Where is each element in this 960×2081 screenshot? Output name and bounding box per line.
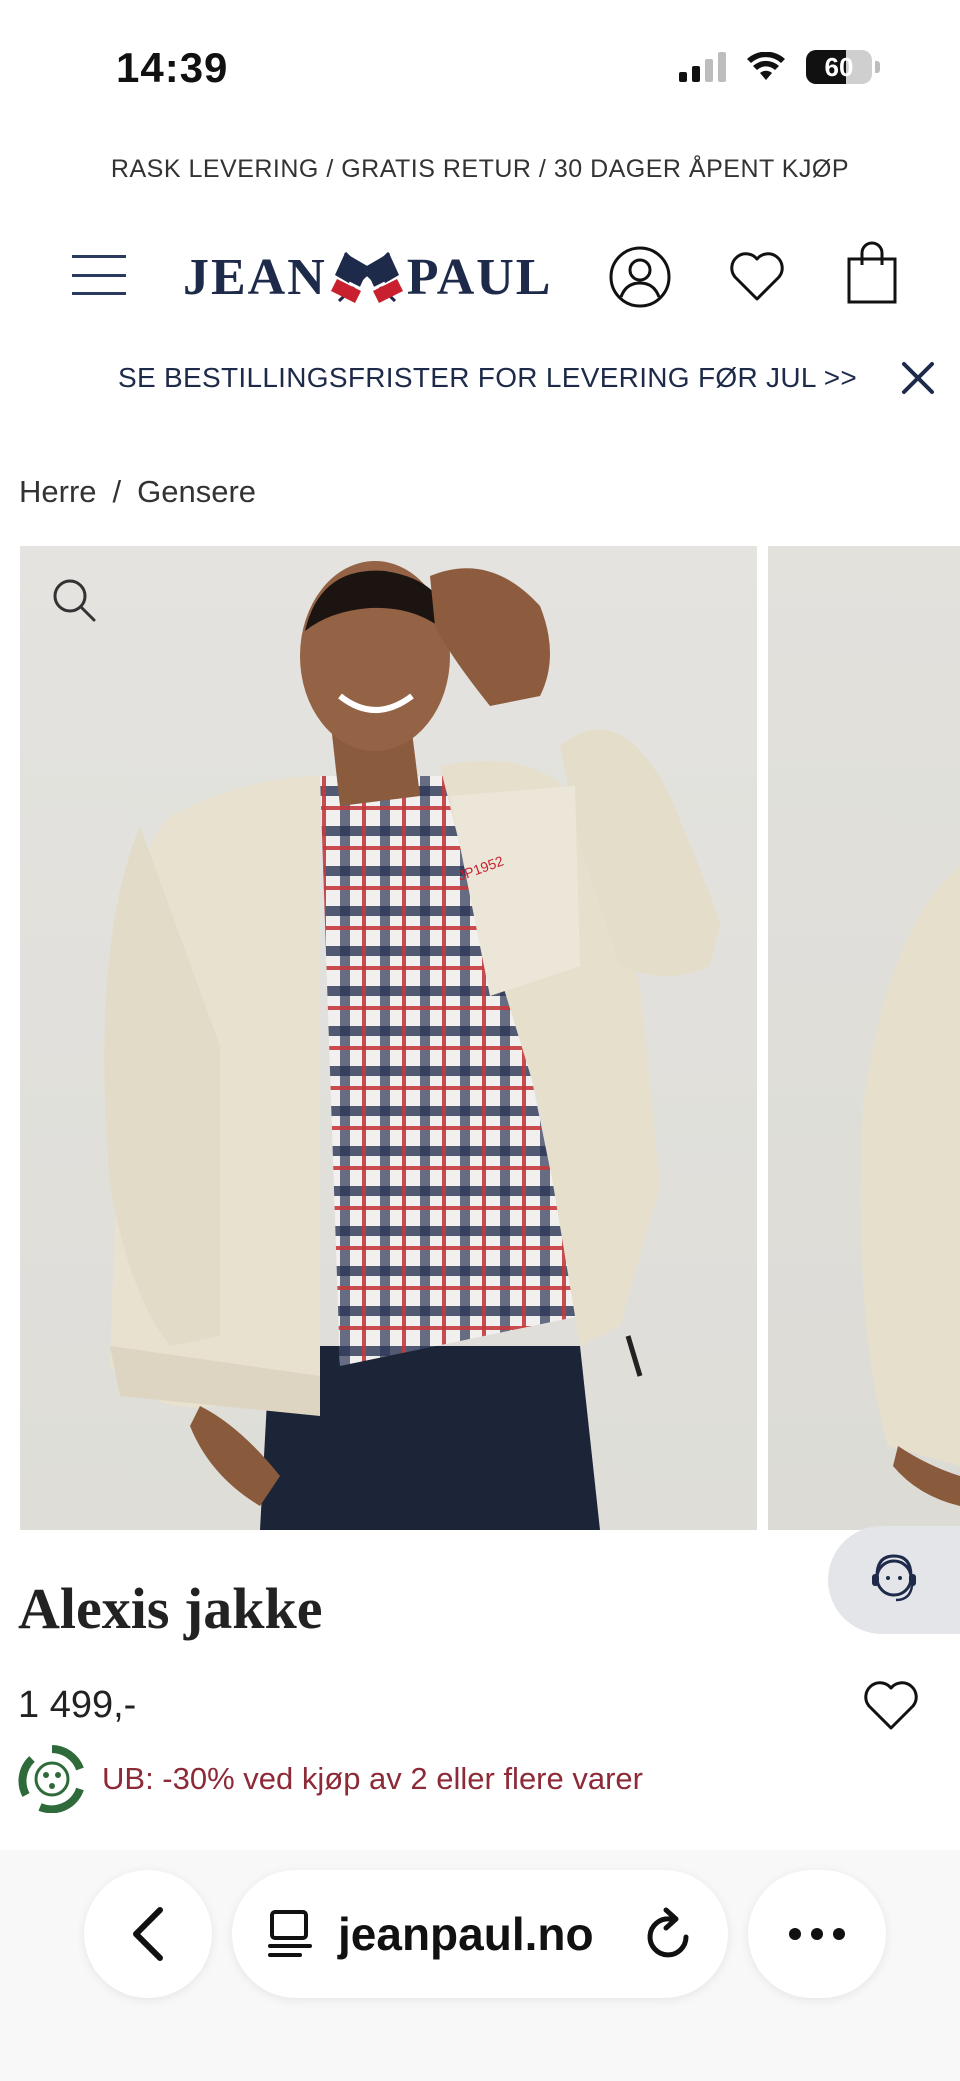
product-title: Alexis jakke — [18, 1576, 323, 1641]
shopping-bag-icon[interactable] — [846, 241, 898, 305]
breadcrumb-item-gensere[interactable]: Gensere — [137, 474, 256, 510]
reload-icon[interactable] — [644, 1907, 694, 1961]
product-image-main[interactable]: JP1952 — [20, 546, 757, 1530]
customer-service-button[interactable] — [828, 1526, 960, 1634]
heart-icon[interactable] — [862, 1678, 920, 1732]
next-image-preview — [860, 866, 960, 1506]
more-button[interactable] — [748, 1870, 886, 1998]
status-time: 14:39 — [116, 44, 229, 91]
logo-text-left: JEAN — [183, 248, 327, 306]
hamburger-icon[interactable] — [72, 255, 126, 295]
cellular-signal-icon — [679, 52, 726, 82]
heart-icon[interactable] — [728, 249, 786, 303]
shipping-promo-line: RASK LEVERING / GRATIS RETUR / 30 DAGER … — [110, 155, 850, 183]
address-bar[interactable]: jeanpaul.no — [232, 1870, 728, 1998]
promotion-text: UB: -30% ved kjøp av 2 eller flere varer — [102, 1761, 643, 1796]
more-icon-dot — [811, 1928, 823, 1940]
product-image-next[interactable] — [768, 546, 960, 1530]
product-gallery[interactable]: JP1952 — [20, 546, 960, 1530]
back-button[interactable] — [84, 1870, 212, 1998]
chevron-left-icon — [133, 1907, 163, 1961]
logo-text-right: PAUL — [406, 248, 553, 306]
status-bar: 14:39 60 — [0, 0, 960, 130]
breadcrumb-separator: / — [112, 474, 122, 509]
battery-level: 60 — [824, 51, 854, 82]
browser-toolbar: jeanpaul.no — [0, 1850, 960, 2081]
breadcrumb-item-herre[interactable]: Herre — [19, 474, 97, 510]
christmas-banner-text[interactable]: SE BESTILLINGSFRISTER FOR LEVERING FØR J… — [118, 362, 857, 394]
breadcrumb: Herre / Gensere — [19, 474, 256, 510]
status-indicators: 60 — [679, 50, 880, 84]
product-price: 1 499,- — [18, 1684, 137, 1726]
more-icon-dot — [789, 1928, 801, 1940]
crossed-flags-logo-icon — [330, 251, 403, 303]
reader-icon[interactable] — [266, 1908, 314, 1960]
wifi-icon — [747, 52, 785, 80]
recycle-badge-icon — [18, 1745, 84, 1813]
address-bar-url[interactable]: jeanpaul.no — [338, 1907, 620, 1961]
christmas-delivery-banner[interactable]: SE BESTILLINGSFRISTER FOR LEVERING FØR J… — [0, 350, 960, 410]
jean-paul-logo[interactable]: JEAN PAUL — [183, 247, 553, 307]
battery-tip — [875, 61, 880, 73]
customer-service-icon — [872, 1554, 916, 1602]
model-in-jacket-image: JP1952 — [104, 561, 720, 1530]
close-icon[interactable] — [898, 358, 938, 398]
battery-icon: 60 — [806, 50, 872, 84]
promotion-row: UB: -30% ved kjøp av 2 eller flere varer — [18, 1745, 643, 1813]
more-icon-dot — [833, 1928, 845, 1940]
site-header: JEAN PAUL — [0, 225, 960, 325]
user-icon[interactable] — [608, 245, 672, 309]
search-icon[interactable] — [50, 576, 98, 624]
